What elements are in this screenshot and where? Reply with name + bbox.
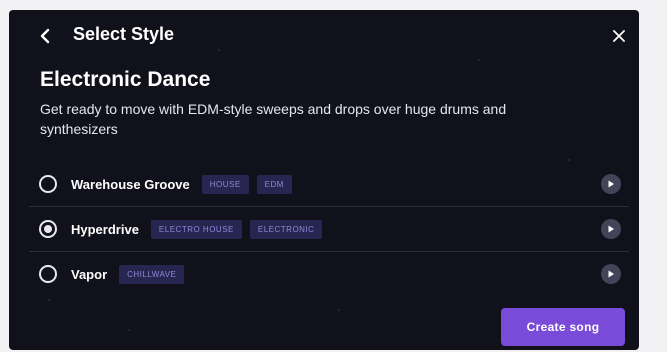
- radio-button[interactable]: [39, 175, 57, 193]
- style-tag: ELECTRO HOUSE: [150, 219, 242, 239]
- select-style-dialog: Select Style Electronic Dance Get ready …: [9, 10, 639, 350]
- close-button[interactable]: [609, 26, 629, 46]
- style-tag: CHILLWAVE: [119, 264, 185, 284]
- play-button[interactable]: [601, 264, 621, 284]
- play-icon: [608, 180, 614, 188]
- play-button[interactable]: [601, 219, 621, 239]
- radio-dot: [44, 225, 52, 233]
- back-button[interactable]: [36, 24, 54, 48]
- play-icon: [608, 270, 614, 278]
- style-name: Hyperdrive: [71, 221, 139, 237]
- chevron-left-icon: [40, 28, 50, 44]
- style-row-hyperdrive[interactable]: Hyperdrive ELECTRO HOUSE ELECTRONIC: [29, 207, 629, 252]
- radio-button[interactable]: [39, 220, 57, 238]
- create-song-button[interactable]: Create song: [501, 308, 625, 346]
- dialog-header: Select Style: [9, 10, 639, 62]
- style-list: Warehouse Groove HOUSE EDM Hyperdrive EL…: [29, 162, 629, 296]
- style-tag: EDM: [256, 174, 292, 194]
- style-row-vapor[interactable]: Vapor CHILLWAVE: [29, 252, 629, 296]
- play-button[interactable]: [601, 174, 621, 194]
- style-name: Warehouse Groove: [71, 176, 190, 192]
- genre-description: Get ready to move with EDM-style sweeps …: [40, 101, 507, 137]
- genre-title: Electronic Dance: [40, 68, 211, 91]
- radio-button[interactable]: [39, 265, 57, 283]
- style-tag: ELECTRONIC: [249, 219, 323, 239]
- dialog-title: Select Style: [73, 24, 175, 44]
- style-name: Vapor: [71, 266, 108, 282]
- play-icon: [608, 225, 614, 233]
- style-tag: HOUSE: [201, 174, 249, 194]
- close-icon: [613, 30, 625, 42]
- style-row-warehouse-groove[interactable]: Warehouse Groove HOUSE EDM: [29, 162, 629, 207]
